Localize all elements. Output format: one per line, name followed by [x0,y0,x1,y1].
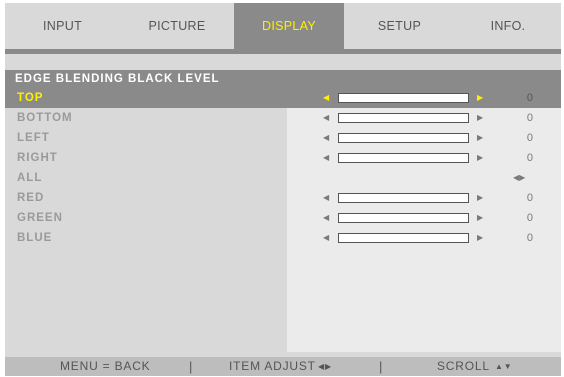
arrow-right-icon[interactable]: ▶ [477,108,483,128]
arrow-left-icon[interactable]: ◀ [323,88,329,108]
arrow-right-icon[interactable]: ▶ [477,228,483,248]
footer-separator: | [189,359,194,374]
footer-item-adjust: ITEM ADJUST [229,359,316,373]
level-slider[interactable] [338,93,469,103]
footer-separator: | [379,359,384,374]
level-slider[interactable] [338,113,469,123]
up-down-arrows-icon: ▲▼ [495,362,513,371]
row-label: BLUE [17,232,53,244]
row-value: 0 [526,112,533,124]
menu-row-green[interactable]: GREEN ◀ ▶ 0 [5,208,561,228]
level-slider[interactable] [338,213,469,223]
footer-scroll: SCROLL [437,359,490,373]
tab-setup[interactable]: SETUP [344,3,455,49]
arrow-right-icon[interactable]: ▶ [477,88,483,108]
row-label: ALL [17,172,43,184]
row-value: 0 [526,152,533,164]
arrow-left-icon[interactable]: ◀ [323,128,329,148]
level-slider[interactable] [338,193,469,203]
section-title: EDGE BLENDING BLACK LEVEL [5,70,561,88]
level-slider[interactable] [338,133,469,143]
left-right-arrows-icon: ◀▶ [318,362,332,371]
level-slider[interactable] [338,233,469,243]
arrow-right-icon[interactable]: ▶ [477,128,483,148]
row-label: BOTTOM [17,112,73,124]
menu-row-red[interactable]: RED ◀ ▶ 0 [5,188,561,208]
menu-row-all[interactable]: ALL ◀▶ [5,168,561,188]
row-label: RED [17,192,45,204]
menu-row-right[interactable]: RIGHT ◀ ▶ 0 [5,148,561,168]
row-value: 0 [526,232,533,244]
arrow-right-icon[interactable]: ▶ [477,148,483,168]
row-value: 0 [526,92,533,104]
arrow-right-icon[interactable]: ▶ [477,188,483,208]
menu-row-bottom[interactable]: BOTTOM ◀ ▶ 0 [5,108,561,128]
tab-underline [5,49,561,54]
footer-menu-back: MENU = BACK [60,359,151,373]
tab-display[interactable]: DISPLAY [234,3,344,49]
row-value: 0 [526,192,533,204]
arrow-right-icon[interactable]: ▶ [477,208,483,228]
footer-help-bar: MENU = BACK | ITEM ADJUST ◀▶ | SCROLL ▲▼ [5,357,561,376]
tab-bar: INPUT PICTURE DISPLAY SETUP INFO. [5,3,561,49]
menu-row-left[interactable]: LEFT ◀ ▶ 0 [5,128,561,148]
tab-input[interactable]: INPUT [5,3,120,49]
row-label: TOP [17,92,44,104]
menu-row-top[interactable]: TOP ◀ ▶ 0 [5,88,561,108]
menu-row-blue[interactable]: BLUE ◀ ▶ 0 [5,228,561,248]
arrow-left-icon[interactable]: ◀ [323,208,329,228]
arrow-left-icon[interactable]: ◀ [323,108,329,128]
tab-info[interactable]: INFO. [455,3,561,49]
left-right-arrows-icon[interactable]: ◀▶ [513,168,525,188]
arrow-left-icon[interactable]: ◀ [323,188,329,208]
arrow-left-icon[interactable]: ◀ [323,228,329,248]
row-value: 0 [526,212,533,224]
osd-menu: INPUT PICTURE DISPLAY SETUP INFO. EDGE B… [5,3,561,376]
arrow-left-icon[interactable]: ◀ [323,148,329,168]
row-label: LEFT [17,132,50,144]
tab-picture[interactable]: PICTURE [120,3,234,49]
row-value: 0 [526,132,533,144]
level-slider[interactable] [338,153,469,163]
row-label: RIGHT [17,152,58,164]
row-label: GREEN [17,212,63,224]
